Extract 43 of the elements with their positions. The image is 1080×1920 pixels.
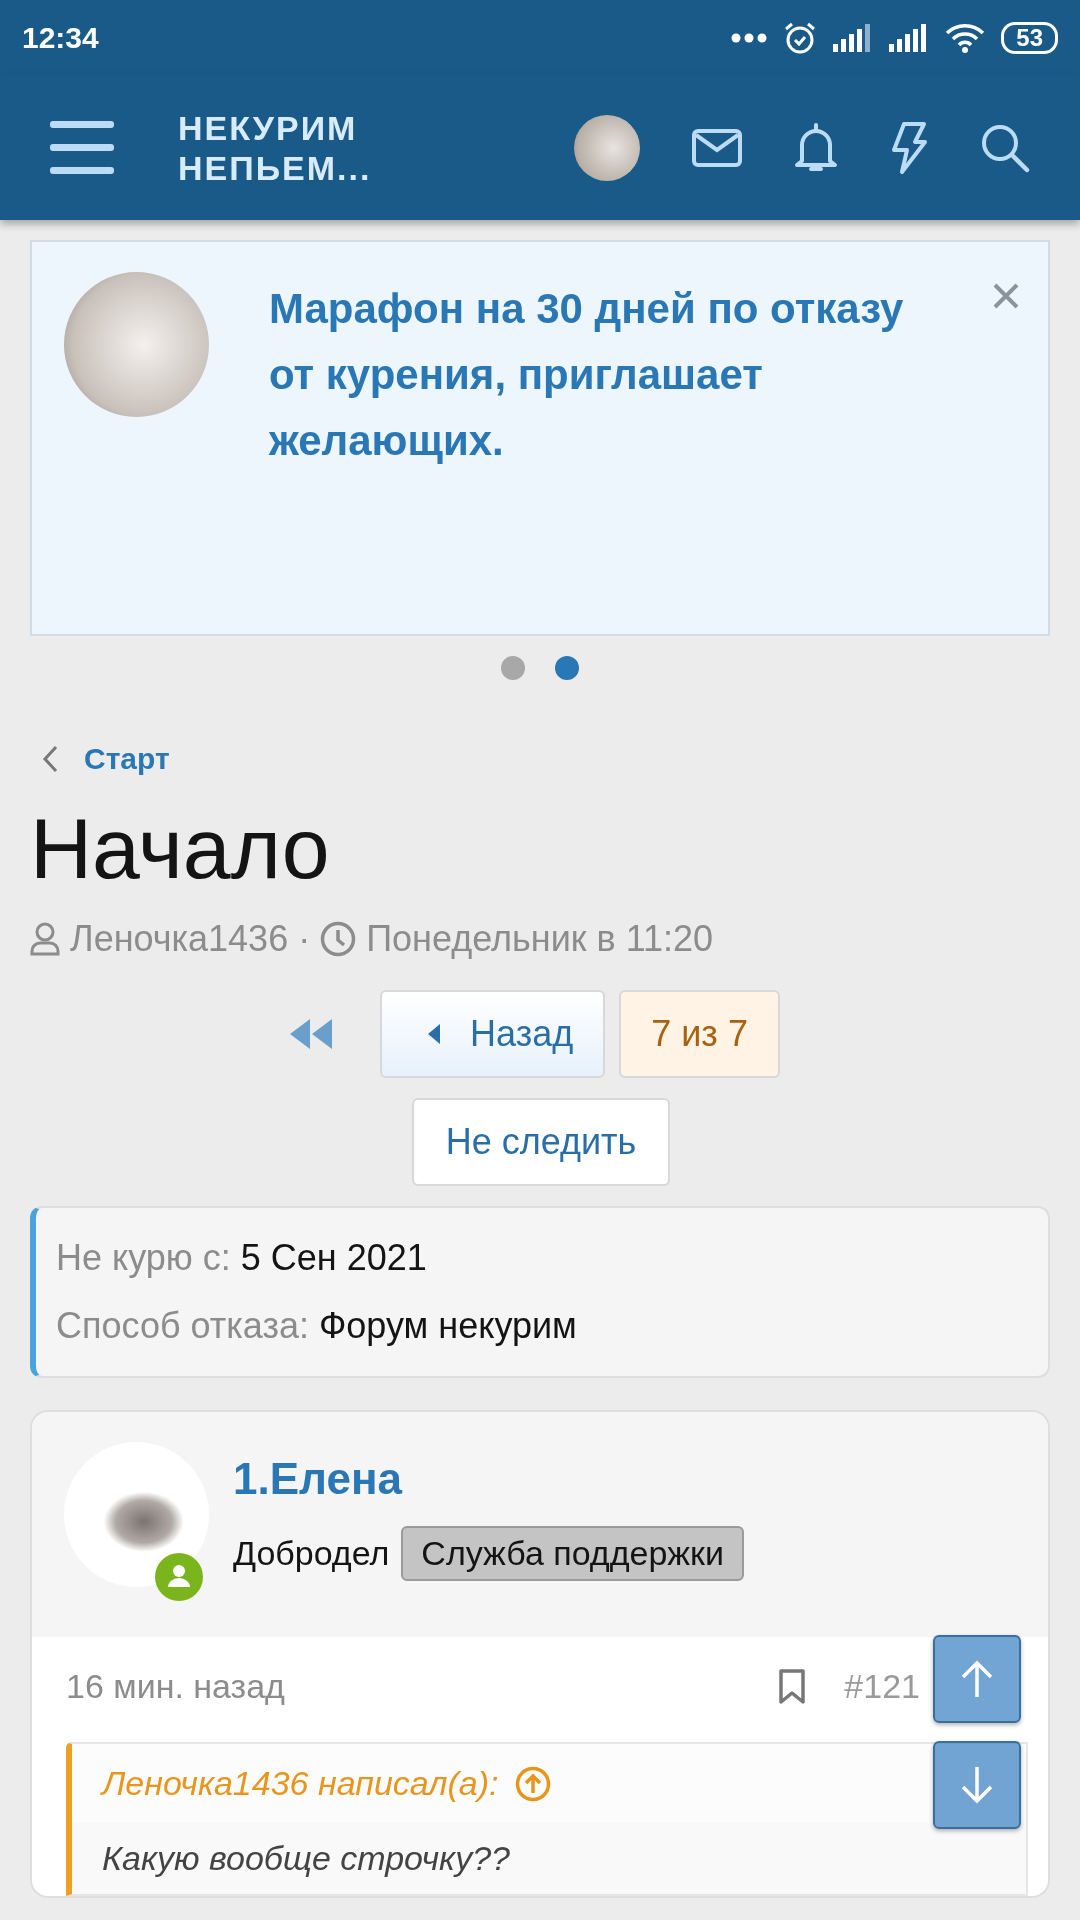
alarm-clock-icon (783, 20, 818, 55)
arrow-up-icon (959, 1659, 995, 1699)
lightning-icon[interactable] (890, 120, 928, 175)
page-indicator[interactable]: 7 из 7 (619, 990, 780, 1078)
mail-icon[interactable] (692, 128, 742, 167)
bookmark-icon[interactable] (778, 1668, 807, 1705)
scroll-up-button[interactable] (933, 1635, 1021, 1723)
field-value: 5 Сен 2021 (240, 1236, 427, 1280)
page-dot[interactable] (501, 656, 525, 680)
author-link[interactable]: Леночка1436 (70, 918, 289, 960)
notice-text[interactable]: Марафон на 30 дней по отказу от курения, приглашает желающих. (269, 276, 919, 474)
quote-author[interactable]: Леночка1436 написал(а): (102, 1764, 499, 1803)
arrow-down-icon (959, 1765, 995, 1805)
menu-icon[interactable] (50, 120, 114, 175)
separator: · (298, 918, 311, 960)
scroll-down-button[interactable] (933, 1741, 1021, 1829)
user-badge: Служба поддержки (401, 1526, 744, 1581)
post-time[interactable]: 16 мин. назад (66, 1667, 285, 1706)
post-number[interactable]: #121 (844, 1667, 920, 1706)
quote-text: Какую вообще строчку?? (101, 1838, 511, 1879)
battery-indicator: 53 (1001, 21, 1058, 54)
unwatch-button[interactable]: Не следить (411, 1098, 671, 1186)
breadcrumb-link[interactable]: Старт (84, 742, 170, 776)
close-icon[interactable] (992, 282, 1020, 310)
clock-icon (320, 921, 357, 957)
status-time: 12:34 (22, 20, 99, 55)
bell-icon[interactable] (794, 122, 838, 173)
username-link[interactable]: 1.Елена (233, 1454, 744, 1504)
thread-title: Начало (30, 799, 331, 898)
field-value: Форум некурим (318, 1304, 577, 1348)
user-title: Добродел (233, 1534, 390, 1573)
wifi-icon (945, 22, 986, 53)
chevron-left-icon (42, 745, 58, 773)
page-dot[interactable] (555, 656, 579, 680)
previous-button[interactable]: Назад (380, 990, 606, 1078)
more-dots-icon (731, 32, 768, 43)
field-label: Не курю с: (56, 1236, 231, 1280)
post-date: Понедельник в 11:20 (366, 918, 714, 960)
field-label: Способ отказа: (56, 1304, 309, 1348)
search-icon[interactable] (980, 122, 1030, 173)
caret-icon (428, 1024, 441, 1044)
user-icon (30, 922, 60, 956)
site-logo[interactable]: НЕКУРИМ НЕПЬЕМ... (178, 107, 372, 188)
